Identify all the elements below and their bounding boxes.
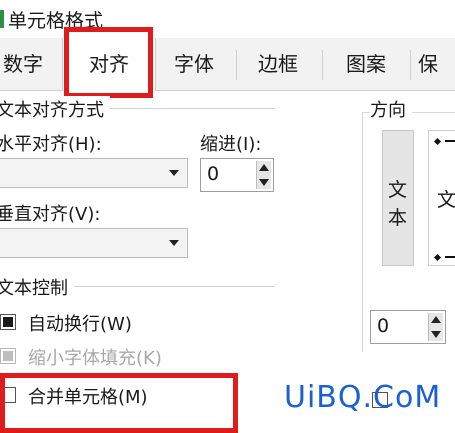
vertical-align-select[interactable] <box>0 228 188 258</box>
tab-font[interactable]: 字体 <box>158 38 230 90</box>
tab-number[interactable]: 数字 <box>0 38 52 90</box>
alignment-group-title: 文本对齐方式 <box>0 96 110 122</box>
spin-down-icon[interactable] <box>259 179 269 186</box>
orientation-group-title: 方向 <box>370 96 412 122</box>
tab-pattern[interactable]: 图案 <box>330 38 402 90</box>
horizontal-align-label: 水平对齐(H): <box>0 134 102 155</box>
horizontal-align-select[interactable] <box>0 158 188 188</box>
vertical-text-char: 本 <box>388 207 408 229</box>
dial-tick <box>445 140 455 142</box>
degrees-stepper[interactable]: 0 <box>370 310 446 344</box>
dial-marker <box>433 253 442 262</box>
wrap-text-label[interactable]: 自动换行(W) <box>28 310 132 336</box>
wrap-text-checkbox[interactable] <box>0 314 16 330</box>
dial-tick <box>445 256 455 258</box>
vertical-text-char: 文 <box>388 179 408 201</box>
indent-stepper[interactable]: 0 <box>200 158 274 192</box>
chevron-down-icon <box>169 170 179 176</box>
shrink-to-fit-label: 缩小字体填充(K) <box>28 348 162 369</box>
spin-up-icon[interactable] <box>431 316 441 323</box>
shrink-to-fit-checkbox <box>0 348 16 364</box>
orientation-dial[interactable]: 文 <box>428 130 455 266</box>
tab-separator <box>236 50 237 80</box>
dial-marker <box>433 137 442 146</box>
watermark-logo: UiBQ.CoM <box>284 380 442 415</box>
indent-value: 0 <box>207 163 220 185</box>
annotation-highlight-tab <box>64 27 153 98</box>
text-control-group-title: 文本控制 <box>0 274 74 300</box>
spin-up-icon[interactable] <box>259 164 269 171</box>
tab-protection[interactable]: 保 <box>418 38 455 90</box>
degrees-spin-buttons[interactable] <box>428 313 443 341</box>
indent-label: 缩进(I): <box>200 134 262 155</box>
spin-down-icon[interactable] <box>431 331 441 338</box>
vertical-text-button[interactable]: 文 本 <box>382 130 414 266</box>
tab-separator <box>410 50 411 80</box>
tab-border[interactable]: 边框 <box>242 38 314 90</box>
indent-spin-buttons[interactable] <box>256 161 271 189</box>
annotation-highlight-merge <box>0 373 238 433</box>
tab-separator <box>322 50 323 80</box>
chevron-down-icon <box>169 240 179 246</box>
dial-text: 文 <box>437 189 455 211</box>
vertical-align-label: 垂直对齐(V): <box>0 204 101 225</box>
app-icon <box>0 10 4 28</box>
degrees-value: 0 <box>377 315 390 337</box>
